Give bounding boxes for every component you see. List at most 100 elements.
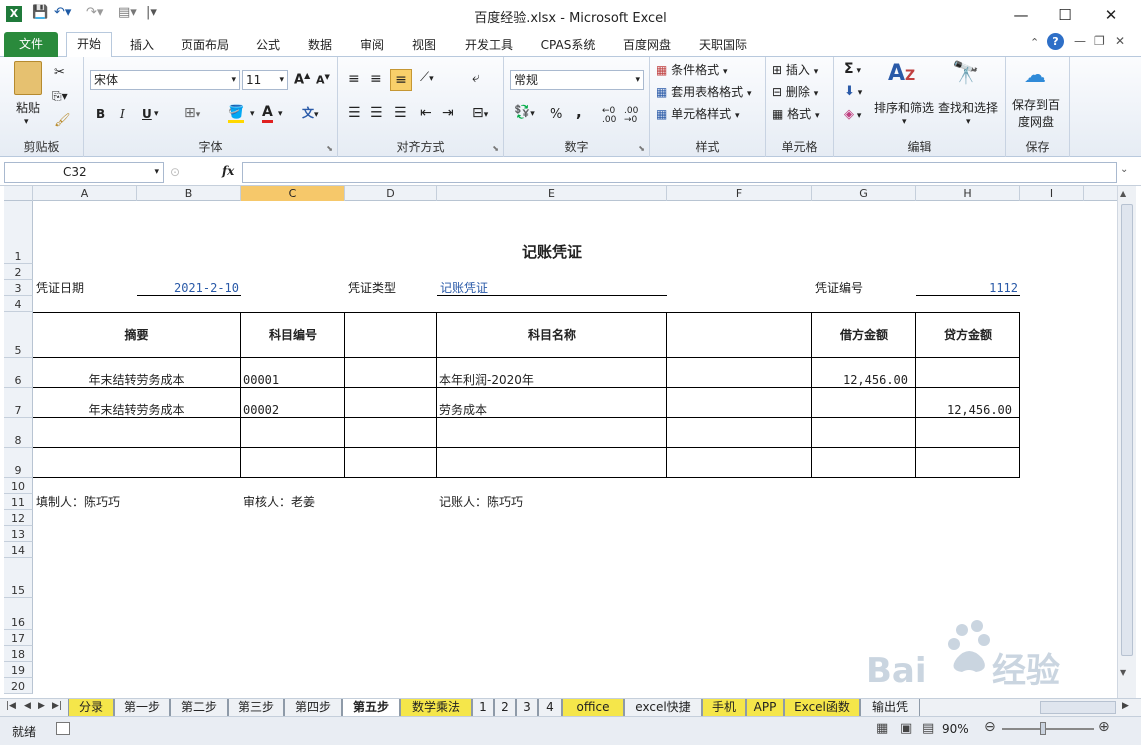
format-as-table-button[interactable]: ▦ 套用表格格式 ▾ xyxy=(656,83,752,100)
tab-file[interactable]: 文件 xyxy=(4,32,58,57)
last-sheet-icon[interactable]: ▶| xyxy=(52,701,62,711)
row-header[interactable]: 16 xyxy=(4,598,33,630)
clear-icon[interactable]: ◈ ▾ xyxy=(844,107,861,122)
zoom-slider-track[interactable] xyxy=(1002,728,1094,730)
zoom-slider-thumb[interactable] xyxy=(1040,722,1046,735)
zoom-out-icon[interactable]: ⊖ xyxy=(984,719,996,735)
select-all-corner[interactable] xyxy=(4,186,33,201)
sheet-tab[interactable]: 3 xyxy=(516,699,538,717)
tab-formulas[interactable]: 公式 xyxy=(246,34,290,57)
sheet-tab[interactable]: 2 xyxy=(494,699,516,717)
align-center-icon[interactable]: ☰ xyxy=(370,105,383,121)
increase-indent-icon[interactable]: ⇥ xyxy=(442,105,454,121)
column-header-e[interactable]: E xyxy=(437,186,667,201)
sheet-tab[interactable]: 输出凭 xyxy=(860,699,920,717)
alignment-dialog-launcher-icon[interactable]: ⬊ xyxy=(492,144,499,153)
paste-button[interactable]: 粘贴 xyxy=(16,99,40,116)
normal-view-icon[interactable]: ▦ xyxy=(876,721,888,736)
font-dialog-launcher-icon[interactable]: ⬊ xyxy=(326,144,333,153)
font-name-select[interactable]: 宋体 ▾ xyxy=(90,70,240,90)
align-top-icon[interactable]: ≡ xyxy=(348,71,360,87)
accounting-format-icon[interactable]: 💱▾ xyxy=(514,105,535,120)
format-cells-button[interactable]: ▦ 格式 ▾ xyxy=(772,105,820,122)
align-right-icon[interactable]: ☰ xyxy=(394,105,407,121)
sheet-tab[interactable]: 第三步 xyxy=(228,699,284,717)
insert-function-icon[interactable]: fx xyxy=(222,164,234,178)
underline-dropdown-icon[interactable]: ▾ xyxy=(154,109,159,119)
macro-record-icon[interactable] xyxy=(56,722,70,735)
save-to-netdisk-button[interactable]: 保存到百 度网盘 xyxy=(1012,97,1060,131)
sheet-tab[interactable]: APP xyxy=(746,699,784,717)
baidu-cloud-icon[interactable]: ☁ xyxy=(1024,63,1046,88)
maximize-button[interactable]: ☐ xyxy=(1050,4,1080,26)
fill-color-icon[interactable]: 🪣 xyxy=(228,105,245,123)
sheet-tab[interactable]: 手机 xyxy=(702,699,746,717)
find-select-dropdown-icon[interactable]: ▾ xyxy=(966,117,971,127)
autosum-icon[interactable]: Σ ▾ xyxy=(844,61,861,77)
conditional-formatting-button[interactable]: ▦ 条件格式 ▾ xyxy=(656,61,728,78)
horizontal-scrollbar[interactable] xyxy=(1040,701,1116,714)
row-header[interactable]: 10 xyxy=(4,478,33,494)
grow-font-icon[interactable]: A▲ xyxy=(294,71,310,87)
column-header-a[interactable]: A xyxy=(33,186,137,201)
row-header[interactable]: 12 xyxy=(4,510,33,526)
increase-decimal-icon[interactable]: ←0.00 xyxy=(602,107,616,125)
tab-view[interactable]: 视图 xyxy=(402,34,446,57)
page-layout-view-icon[interactable]: ▣ xyxy=(900,721,912,736)
sort-filter-dropdown-icon[interactable]: ▾ xyxy=(902,117,907,127)
row-header[interactable]: 8 xyxy=(4,418,33,448)
row-header[interactable]: 13 xyxy=(4,526,33,542)
sheet-tab-active[interactable]: 第五步 xyxy=(342,699,400,717)
minimize-button[interactable]: — xyxy=(1006,4,1036,26)
scroll-down-icon[interactable]: ▼ xyxy=(1120,668,1126,677)
scroll-right-icon[interactable]: ▶ xyxy=(1122,701,1129,711)
scroll-up-icon[interactable]: ▲ xyxy=(1120,189,1126,198)
zoom-level[interactable]: 90% xyxy=(942,722,969,736)
collapse-ribbon-icon[interactable]: ⌃ xyxy=(1030,36,1039,49)
column-header-c[interactable]: C xyxy=(241,186,345,201)
row-header[interactable]: 18 xyxy=(4,646,33,662)
row-header[interactable]: 19 xyxy=(4,662,33,678)
close-button[interactable]: ✕ xyxy=(1096,4,1126,26)
prev-sheet-icon[interactable]: ◀ xyxy=(24,701,31,711)
row-header[interactable]: 6 xyxy=(4,358,33,388)
font-size-select[interactable]: 11 ▾ xyxy=(242,70,288,90)
comma-style-button[interactable]: , xyxy=(576,103,582,121)
column-header-f[interactable]: F xyxy=(667,186,812,201)
merge-center-icon[interactable]: ⊟▾ xyxy=(472,105,488,121)
column-header-i[interactable]: I xyxy=(1020,186,1084,201)
workbook-minimize-icon[interactable]: — xyxy=(1074,34,1086,48)
phonetic-icon[interactable]: 文▾ xyxy=(302,104,319,121)
row-header[interactable]: 7 xyxy=(4,388,33,418)
sheet-tab[interactable]: office xyxy=(562,699,624,717)
align-middle-icon[interactable]: ≡ xyxy=(370,71,382,87)
name-box[interactable]: C32 ▾ xyxy=(4,162,164,183)
row-header[interactable]: 9 xyxy=(4,448,33,478)
delete-cells-button[interactable]: ⊟ 删除 ▾ xyxy=(772,83,818,100)
italic-button[interactable]: I xyxy=(120,107,125,121)
align-bottom-icon[interactable]: ≡ xyxy=(390,69,412,91)
orientation-icon[interactable]: ⟋▾ xyxy=(420,70,434,85)
number-format-select[interactable]: 常规 ▾ xyxy=(510,70,644,90)
tab-review[interactable]: 审阅 xyxy=(350,34,394,57)
decrease-indent-icon[interactable]: ⇤ xyxy=(420,105,432,121)
workbook-restore-icon[interactable]: ❐ xyxy=(1094,34,1105,48)
help-icon[interactable]: ? xyxy=(1047,33,1064,50)
sheet-tab[interactable]: 数学乘法 xyxy=(400,699,472,717)
sort-filter-button[interactable]: 排序和筛选 xyxy=(874,99,934,116)
column-header-d[interactable]: D xyxy=(345,186,437,201)
find-select-button[interactable]: 查找和选择 xyxy=(938,99,998,116)
decrease-decimal-icon[interactable]: .00 →0 xyxy=(624,107,638,125)
expand-formula-icon[interactable]: ⌄ xyxy=(1120,164,1128,175)
number-dialog-launcher-icon[interactable]: ⬊ xyxy=(638,144,645,153)
fill-icon[interactable]: ⬇ ▾ xyxy=(844,84,862,99)
tab-cpas[interactable]: CPAS系统 xyxy=(532,34,604,57)
scroll-thumb[interactable] xyxy=(1121,204,1133,656)
sheet-tab[interactable]: Excel函数 xyxy=(784,699,860,717)
vertical-scrollbar[interactable]: ▲ ▼ xyxy=(1117,186,1136,698)
borders-icon[interactable]: ⊞▾ xyxy=(184,105,200,121)
sort-filter-icon[interactable]: AZ xyxy=(888,61,915,86)
page-break-view-icon[interactable]: ▤ xyxy=(922,721,934,736)
column-header-b[interactable]: B xyxy=(137,186,241,201)
row-header[interactable]: 17 xyxy=(4,630,33,646)
